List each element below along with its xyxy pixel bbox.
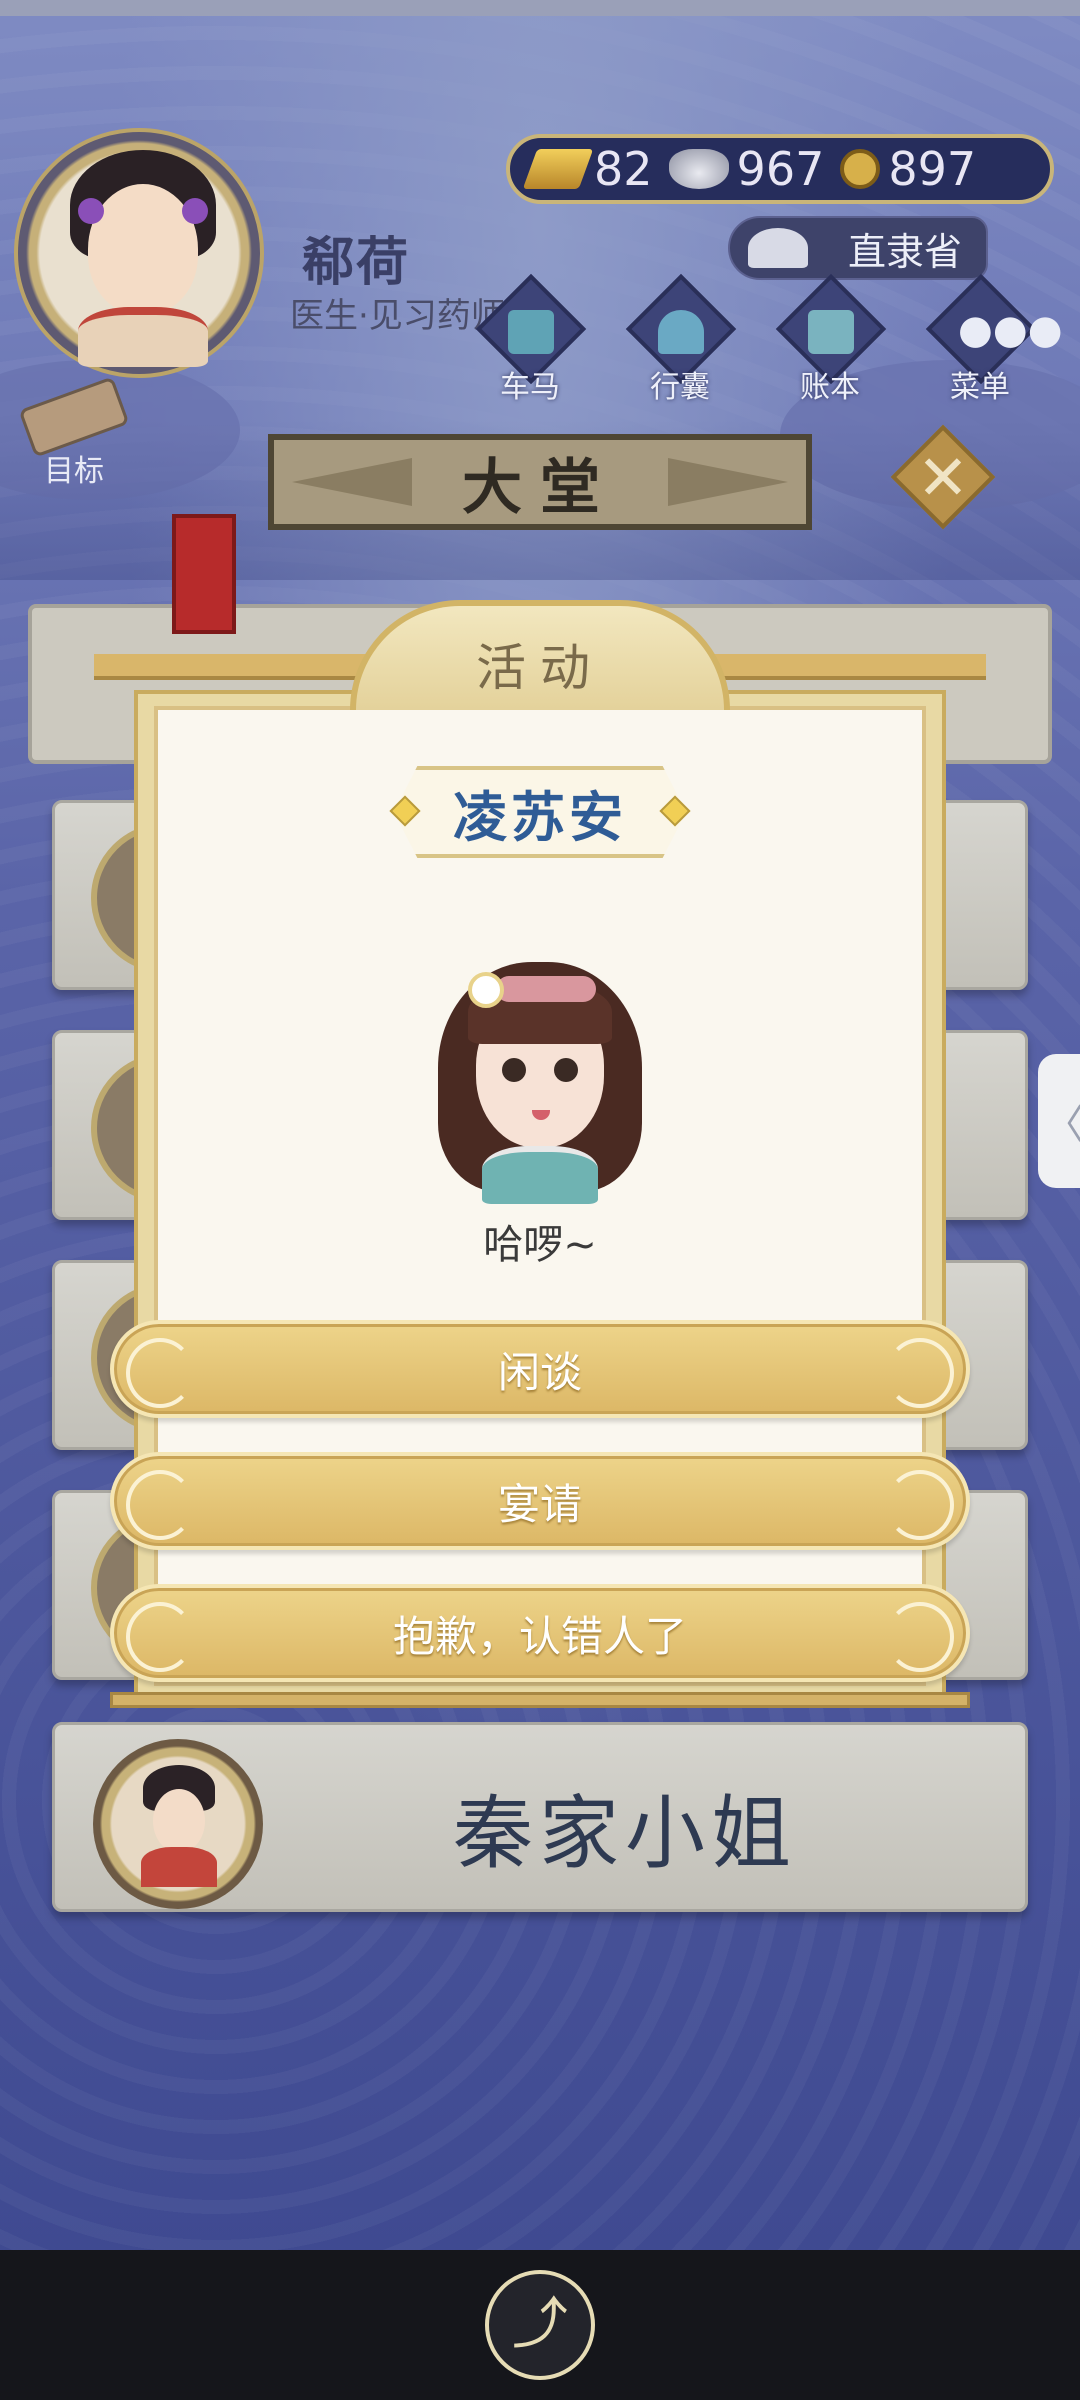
option-banquet-button[interactable]: 宴请 bbox=[110, 1452, 970, 1550]
dialog-base bbox=[110, 1692, 970, 1708]
top-menu: 车马 行囊 账本 ●●● 菜单 bbox=[470, 273, 1063, 405]
location-button[interactable]: 直隶省 bbox=[728, 216, 988, 280]
npc-headband bbox=[496, 976, 596, 1002]
share-button[interactable]: ⤴ bbox=[485, 2270, 595, 2380]
option-label: 闲谈 bbox=[497, 1347, 582, 1397]
option-apologize-button[interactable]: 抱歉，认错人了 bbox=[110, 1584, 970, 1682]
ledger-icon bbox=[808, 310, 854, 354]
carriage-icon bbox=[508, 310, 554, 354]
close-button[interactable]: ✕ bbox=[906, 440, 980, 514]
share-icon: ⤴ bbox=[512, 2292, 568, 2357]
hall-title: 大堂 bbox=[462, 452, 618, 523]
location-icon bbox=[748, 228, 808, 268]
npc-card-qin[interactable]: 秦家小姐 bbox=[52, 1722, 1028, 1912]
avatar-robe bbox=[78, 307, 208, 367]
menu-label: 车马 bbox=[500, 370, 560, 405]
menu-carriage-button[interactable]: 车马 bbox=[470, 273, 590, 405]
qin-portrait bbox=[93, 1739, 263, 1909]
avatar-flower bbox=[182, 198, 208, 224]
avatar-flower bbox=[78, 198, 104, 224]
menu-label: 账本 bbox=[800, 370, 860, 405]
currency-bar: 82 967 897 bbox=[506, 134, 1054, 204]
silver-ingot-icon bbox=[668, 149, 729, 189]
menu-label: 菜单 bbox=[950, 370, 1010, 405]
qin-face bbox=[153, 1789, 205, 1853]
npc-name-plate: 凌苏安 bbox=[394, 766, 686, 858]
flower-icon bbox=[468, 972, 504, 1008]
menu-bag-button[interactable]: 行囊 bbox=[620, 273, 740, 405]
gold-amount: 82 bbox=[594, 142, 653, 196]
player-avatar[interactable] bbox=[14, 128, 264, 378]
location-label: 直隶省 bbox=[847, 229, 962, 274]
menu-more-button[interactable]: ●●● 菜单 bbox=[920, 273, 1063, 405]
goal-button[interactable]: 目标 bbox=[14, 376, 134, 492]
npc-greeting: 哈啰~ bbox=[483, 1222, 597, 1268]
coin-amount: 897 bbox=[888, 142, 977, 196]
avatar-face bbox=[88, 184, 198, 314]
goal-label: 目标 bbox=[44, 454, 104, 489]
player-name: 郗荷 bbox=[302, 233, 411, 293]
silver-amount: 967 bbox=[736, 142, 825, 196]
gold-ingot-icon bbox=[522, 149, 594, 189]
npc-portrait bbox=[432, 950, 648, 1210]
npc-card-name: 秦家小姐 bbox=[453, 1787, 797, 1880]
more-icon: ●●● bbox=[958, 310, 1063, 354]
copper-coin-icon bbox=[840, 149, 881, 189]
game-scene: 郗荷 医生·见习药师 82 967 897 直隶省 车马 行囊 账本 菜单 目标… bbox=[0, 0, 1080, 2250]
bottom-bar: ⤴ bbox=[0, 2250, 1080, 2400]
menu-ledger-button[interactable]: 账本 bbox=[770, 273, 890, 405]
activity-dialog: 活动 凌苏安 哈啰~ 闲谈 宴请 抱歉，认错人了 bbox=[94, 600, 986, 1718]
bag-icon bbox=[658, 310, 704, 354]
npc-name: 凌苏安 bbox=[453, 785, 627, 849]
option-label: 抱歉，认错人了 bbox=[392, 1611, 687, 1661]
npc-eye bbox=[502, 1058, 526, 1082]
hall-title-banner: 大堂 bbox=[268, 434, 812, 530]
qin-robe bbox=[141, 1847, 217, 1887]
npc-eye bbox=[554, 1058, 578, 1082]
option-label: 宴请 bbox=[497, 1479, 582, 1529]
menu-label: 行囊 bbox=[650, 370, 710, 405]
dialog-title: 活动 bbox=[476, 639, 604, 697]
status-strip bbox=[0, 0, 1080, 16]
dialog-header: 活动 bbox=[350, 600, 730, 710]
option-chat-button[interactable]: 闲谈 bbox=[110, 1320, 970, 1418]
npc-collar bbox=[482, 1146, 598, 1204]
side-drawer-tab[interactable]: 〈 bbox=[1038, 1054, 1080, 1188]
